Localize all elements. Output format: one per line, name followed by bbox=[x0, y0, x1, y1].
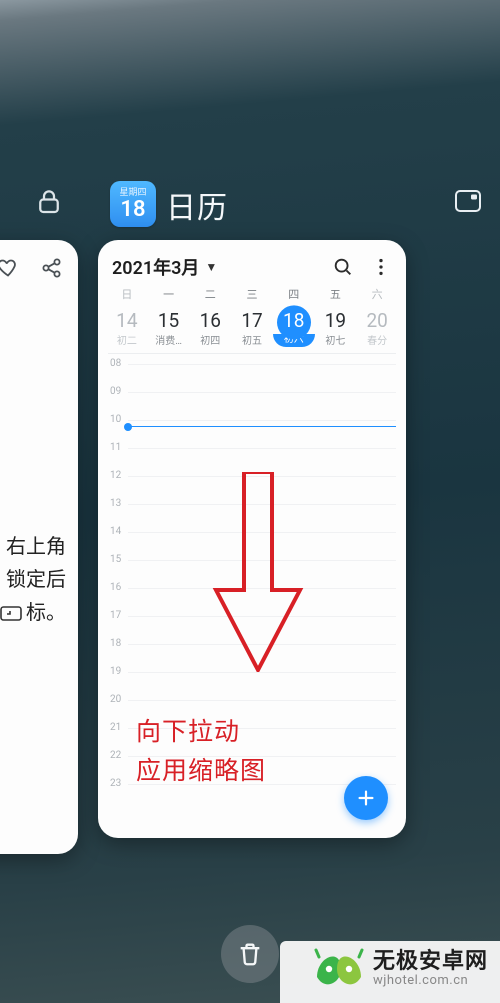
day-timeline[interactable]: 23222120191817161514131211100908 向下拉动 应用… bbox=[98, 354, 406, 838]
weekday-label: 四 bbox=[273, 286, 315, 302]
lunar-label: 消费… bbox=[148, 336, 190, 347]
date-cell[interactable]: 16 bbox=[189, 306, 231, 336]
month-label: 2021年3月 bbox=[112, 254, 199, 280]
add-event-button[interactable] bbox=[344, 776, 388, 820]
lock-small-icon bbox=[0, 600, 26, 622]
more-icon[interactable] bbox=[370, 256, 392, 278]
clear-all-button[interactable] bbox=[221, 925, 279, 983]
hour-row: 09 bbox=[98, 392, 406, 420]
recent-apps-screen: 星期四 18 日历 bbox=[0, 0, 500, 1003]
previous-app-card[interactable]: 右上角 锁定后 标。 bbox=[0, 240, 78, 854]
calendar-topbar: 2021年3月 ▼ bbox=[98, 240, 406, 286]
hour-row: 12 bbox=[98, 476, 406, 504]
weekday-label: 一 bbox=[148, 286, 190, 302]
windowed-mode-icon[interactable] bbox=[454, 189, 482, 213]
date-cell[interactable]: 14 bbox=[106, 306, 148, 336]
watermark-logo bbox=[313, 943, 365, 995]
hour-row: 11 bbox=[98, 448, 406, 476]
date-cell[interactable]: 20 bbox=[356, 306, 398, 336]
weekday-label: 六 bbox=[356, 286, 398, 302]
dates-row[interactable]: 14151617181920 bbox=[98, 306, 406, 336]
weekday-header-row: 日一二三四五六 bbox=[98, 286, 406, 302]
lunar-label: 初七 bbox=[315, 336, 357, 347]
app-icon-day: 18 bbox=[120, 198, 145, 221]
app-title: 日历 bbox=[166, 183, 228, 227]
watermark: 无极安卓网 wjhotel.com.cn bbox=[313, 939, 494, 995]
annotation-text: 向下拉动 应用缩略图 bbox=[136, 714, 266, 792]
weekday-label: 日 bbox=[106, 286, 148, 302]
hour-row: 17 bbox=[98, 616, 406, 644]
calendar-app-card[interactable]: 2021年3月 ▼ 日一二 bbox=[98, 240, 406, 838]
hour-row: 08 bbox=[98, 364, 406, 392]
calendar-app-icon[interactable]: 星期四 18 bbox=[110, 181, 156, 227]
search-icon[interactable] bbox=[332, 256, 354, 278]
weekday-label: 五 bbox=[315, 286, 357, 302]
date-cell[interactable]: 18 bbox=[273, 306, 315, 336]
current-time-indicator bbox=[128, 426, 396, 427]
lunar-sub-row: 初二消费…初四初五初六初七春分 bbox=[98, 336, 406, 347]
hour-row: 19 bbox=[98, 672, 406, 700]
chevron-down-icon: ▼ bbox=[205, 260, 217, 274]
weekday-label: 三 bbox=[231, 286, 273, 302]
app-card-header: 星期四 18 日历 bbox=[0, 185, 500, 225]
weekday-label: 二 bbox=[189, 286, 231, 302]
date-cell[interactable]: 19 bbox=[315, 306, 357, 336]
lunar-label: 春分 bbox=[356, 336, 398, 347]
lunar-label: 初四 bbox=[189, 336, 231, 347]
date-cell[interactable]: 17 bbox=[231, 306, 273, 336]
share-icon[interactable] bbox=[40, 256, 64, 280]
watermark-url: wjhotel.com.cn bbox=[373, 974, 488, 988]
month-picker[interactable]: 2021年3月 ▼ bbox=[112, 254, 217, 280]
tip-text: 右上角 锁定后 标。 bbox=[0, 530, 78, 629]
hour-row: 16 bbox=[98, 588, 406, 616]
hour-row: 13 bbox=[98, 504, 406, 532]
hour-row: 15 bbox=[98, 560, 406, 588]
hour-row: 14 bbox=[98, 532, 406, 560]
date-cell[interactable]: 15 bbox=[148, 306, 190, 336]
watermark-name: 无极安卓网 bbox=[373, 950, 488, 974]
hour-row: 18 bbox=[98, 644, 406, 672]
lunar-label: 初二 bbox=[106, 336, 148, 347]
app-cards-row[interactable]: 右上角 锁定后 标。 2021年3月 ▼ bbox=[0, 240, 500, 850]
lunar-label: 初五 bbox=[231, 336, 273, 347]
lock-icon[interactable] bbox=[34, 187, 64, 217]
heart-icon[interactable] bbox=[0, 256, 20, 280]
hour-row: 10 bbox=[98, 420, 406, 448]
